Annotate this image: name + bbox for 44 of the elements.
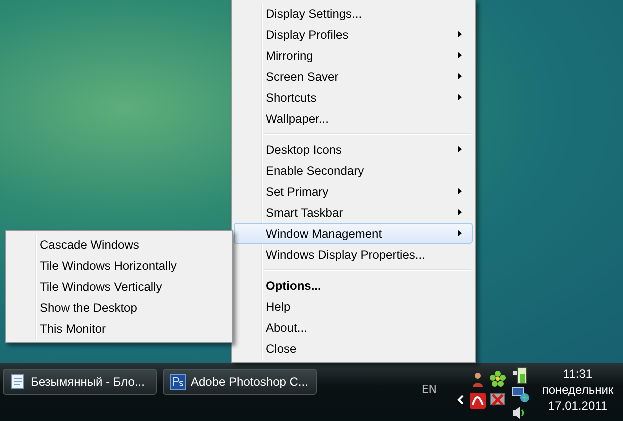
menu-item[interactable]: Show the Desktop [8, 297, 230, 318]
menu-item[interactable]: Window Management [234, 223, 473, 244]
taskbar-button[interactable]: Безымянный - Бло... [3, 369, 157, 395]
menu-item[interactable]: Set Primary [234, 181, 473, 202]
menu-item[interactable]: Desktop Icons [234, 139, 473, 160]
antivirus-icon[interactable] [470, 393, 486, 409]
menu-item[interactable]: Wallpaper... [234, 108, 473, 129]
clock-date: 17.01.2011 [548, 399, 608, 413]
tray-chevron-icon[interactable] [457, 395, 464, 405]
taskbar-button[interactable]: Adobe Photoshop C... [163, 369, 317, 395]
photoshop-icon [170, 374, 186, 390]
menu-item[interactable]: Help [234, 296, 473, 317]
menu-item[interactable]: Close [234, 338, 473, 359]
network-icon[interactable] [512, 387, 530, 403]
submenu-arrow-icon [458, 73, 462, 80]
clock-time: 11:31 [563, 367, 593, 381]
menu-item[interactable]: Windows Display Properties... [234, 244, 473, 265]
menu-item[interactable]: Smart Taskbar [234, 202, 473, 223]
menu-item[interactable]: Display Profiles [234, 24, 473, 45]
power-icon[interactable] [512, 367, 528, 385]
menu-item[interactable]: This Monitor [8, 318, 230, 339]
menu-item[interactable]: Display Settings... [234, 3, 473, 24]
menu-item[interactable]: Enable Secondary [234, 160, 473, 181]
submenu-arrow-icon [458, 188, 462, 195]
menu-item[interactable]: Screen Saver [234, 66, 473, 87]
menu-item[interactable]: Cascade Windows [8, 234, 230, 255]
menu-item[interactable]: About... [234, 317, 473, 338]
clock-day: понедельник [542, 383, 614, 397]
submenu-arrow-icon [458, 209, 462, 216]
menu-item[interactable]: Shortcuts [234, 87, 473, 108]
menu-item[interactable]: Mirroring [234, 45, 473, 66]
submenu-arrow-icon [458, 230, 462, 237]
menu-item[interactable]: Tile Windows Vertically [8, 276, 230, 297]
person-icon[interactable] [470, 371, 486, 387]
submenu-arrow-icon [458, 146, 462, 153]
menu-item[interactable]: Options... [234, 275, 473, 296]
submenu-arrow-icon [458, 31, 462, 38]
flower-icon[interactable] [490, 371, 506, 387]
submenu-arrow-icon [458, 52, 462, 59]
clock[interactable]: 11:31 понедельник 17.01.2011 [536, 367, 620, 413]
notepad-icon [10, 374, 26, 390]
menu-item[interactable]: Tile Windows Horizontally [8, 255, 230, 276]
language-indicator[interactable]: EN [422, 383, 437, 396]
submenu-arrow-icon [458, 94, 462, 101]
